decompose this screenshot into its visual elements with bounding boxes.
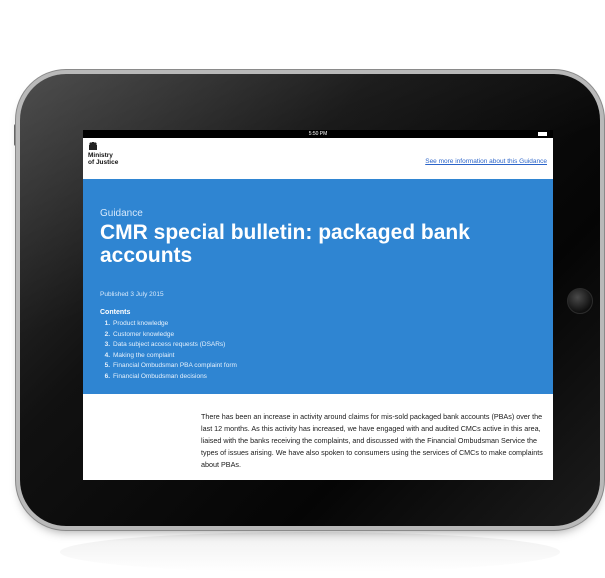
status-time: 5:50 PM — [308, 131, 328, 137]
contents-item-ombudsman-decisions[interactable]: 6. Financial Ombudsman decisions — [100, 372, 237, 383]
more-information-link[interactable]: See more information about this Guidance — [425, 158, 547, 165]
photo-stage: 5:50 PM Ministry of Justice See more inf… — [0, 0, 605, 578]
contents-item-making-complaint[interactable]: 4. Making the complaint — [100, 351, 237, 362]
contents-number: 2. — [104, 330, 110, 338]
ministry-of-justice-logo[interactable]: Ministry of Justice — [88, 152, 148, 166]
contents-link-label: Customer knowledge — [113, 330, 175, 338]
document-type-label: Guidance — [100, 208, 143, 219]
home-button[interactable] — [567, 288, 593, 314]
royal-crest-icon — [89, 142, 97, 150]
contents-link-label: Making the complaint — [113, 351, 175, 359]
tablet-screen: 5:50 PM Ministry of Justice See more inf… — [83, 130, 553, 480]
logo-line-2: of Justice — [88, 159, 119, 166]
contents-link-label: Product knowledge — [113, 320, 169, 327]
guidance-hero-banner: Guidance CMR special bulletin: packaged … — [83, 179, 553, 394]
battery-icon — [538, 132, 547, 136]
published-date: Published 3 July 2015 — [100, 291, 164, 298]
contents-list: 1. Product knowledge 2. Customer knowledge… — [100, 319, 237, 382]
contents-link-label: Financial Ombudsman PBA complaint form — [113, 362, 237, 369]
contents-link-label: Financial Ombudsman decisions — [113, 372, 207, 380]
contents-item-dsars[interactable]: 3. Data subject access requests (DSARs) — [100, 340, 237, 351]
side-switch — [14, 124, 19, 146]
logo-line-1: Ministry — [88, 152, 113, 159]
page-header: Ministry of Justice See more information… — [83, 138, 553, 178]
contents-number: 4. — [104, 351, 110, 359]
tablet-reflection — [60, 532, 560, 572]
page-title: CMR special bulletin: packaged bank acco… — [100, 221, 470, 267]
contents-number: 3. — [104, 341, 110, 348]
contents-link-label: Data subject access requests (DSARs) — [113, 341, 226, 348]
status-bar: 5:50 PM — [83, 130, 553, 138]
contents-heading: Contents — [100, 309, 131, 316]
contents-item-customer-knowledge[interactable]: 2. Customer knowledge — [100, 330, 237, 341]
contents-number: 5. — [104, 362, 110, 369]
intro-paragraph: There has been an increase in activity a… — [201, 412, 543, 470]
contents-number: 6. — [104, 372, 110, 380]
contents-item-product-knowledge[interactable]: 1. Product knowledge — [100, 319, 237, 330]
contents-number: 1. — [104, 320, 110, 327]
contents-item-pba-complaint-form[interactable]: 5. Financial Ombudsman PBA complaint form — [100, 361, 237, 372]
